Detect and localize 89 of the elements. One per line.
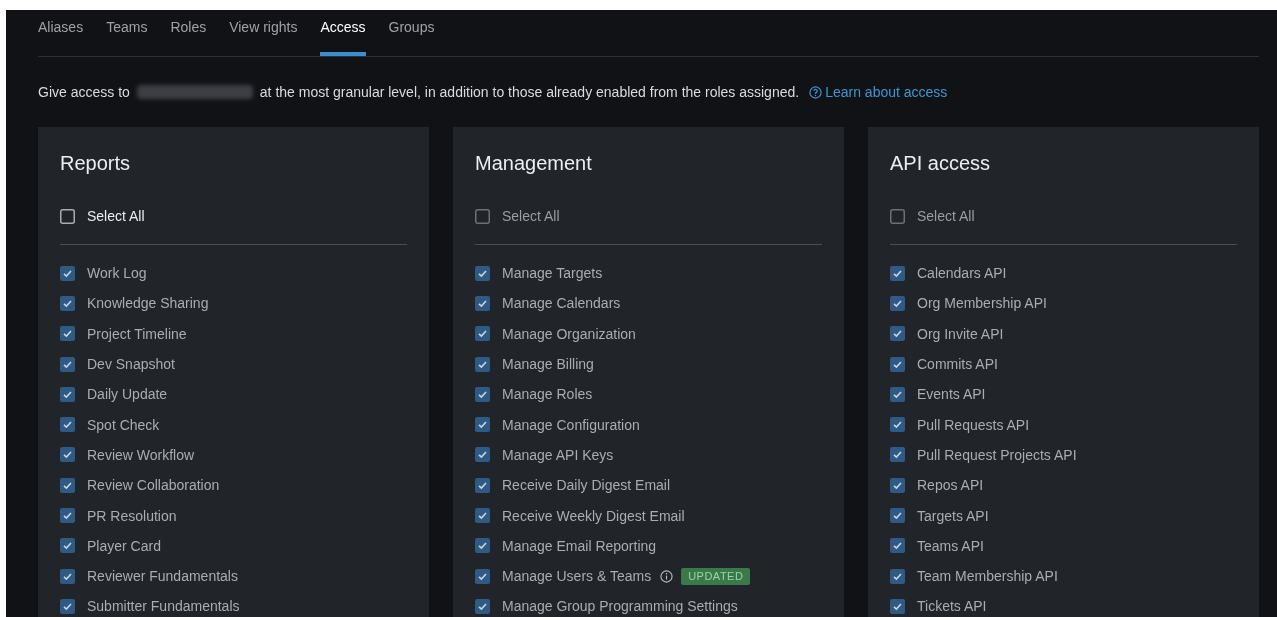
checkbox[interactable] xyxy=(890,326,905,342)
checkbox-label[interactable]: Pull Request Projects API xyxy=(917,446,1077,463)
updated-badge: UPDATED xyxy=(681,567,751,585)
checkbox[interactable] xyxy=(60,386,75,402)
checkbox[interactable] xyxy=(475,538,490,554)
info-icon[interactable] xyxy=(660,569,674,583)
checkbox[interactable] xyxy=(475,417,490,433)
checkbox[interactable] xyxy=(60,508,75,523)
checkbox[interactable] xyxy=(60,326,75,342)
checkbox[interactable] xyxy=(475,386,490,402)
learn-link[interactable]: Learn about access xyxy=(825,81,948,103)
checkbox-label[interactable]: Review Collaboration xyxy=(87,477,220,494)
intro-text: Give access to xyxy=(38,82,130,102)
checkbox[interactable] xyxy=(60,477,75,493)
intro-text: at the most granular level, in addition to those already enabled from the roles assigned. xyxy=(259,82,800,102)
checkbox[interactable] xyxy=(475,326,490,342)
checkbox[interactable] xyxy=(475,356,490,372)
tab[interactable]: Groups xyxy=(388,10,435,56)
checkbox[interactable] xyxy=(890,568,905,584)
checkbox-label[interactable]: Manage API Keys xyxy=(502,446,614,463)
checkbox-label[interactable]: Project Timeline xyxy=(87,325,187,342)
checkbox[interactable] xyxy=(475,598,490,614)
checkbox-label[interactable]: Dev Snapshot xyxy=(87,356,175,373)
checkbox[interactable] xyxy=(60,447,75,463)
checkbox-label[interactable]: Daily Update xyxy=(87,386,168,403)
checkbox[interactable] xyxy=(890,508,905,523)
checkbox-label[interactable]: Manage Users & Teams xyxy=(502,568,652,585)
checkbox-label[interactable]: Teams API xyxy=(917,537,984,554)
tab[interactable]: Aliases xyxy=(38,10,84,56)
checkbox[interactable] xyxy=(60,568,75,584)
tab[interactable]: Teams xyxy=(106,10,148,56)
checkbox[interactable] xyxy=(890,295,905,311)
checkbox-label[interactable]: Tickets API xyxy=(917,598,987,615)
checkbox-label[interactable]: Select All xyxy=(87,205,145,227)
checkbox-label[interactable]: Targets API xyxy=(917,507,989,524)
checkbox[interactable] xyxy=(890,598,905,614)
checkbox[interactable] xyxy=(890,538,905,554)
checkbox-label[interactable]: Spot Check xyxy=(87,416,160,433)
checkbox-label[interactable]: Manage Roles xyxy=(502,386,593,403)
checkbox-label[interactable]: Work Log xyxy=(87,265,147,282)
checkbox-label[interactable]: Pull Requests API xyxy=(917,416,1030,433)
checkbox-label[interactable]: Team Membership API xyxy=(917,568,1058,585)
checkbox[interactable] xyxy=(890,356,905,372)
checkbox-label[interactable]: Manage Email Reporting xyxy=(502,537,657,554)
checkbox[interactable] xyxy=(890,477,905,493)
checkbox-label[interactable]: Repos API xyxy=(917,477,984,494)
checkbox-label[interactable]: Manage Calendars xyxy=(502,295,621,312)
checkbox[interactable] xyxy=(475,477,490,493)
checkbox[interactable] xyxy=(475,265,490,281)
checkbox-label[interactable]: Org Membership API xyxy=(917,295,1047,312)
checkbox-label[interactable]: Receive Weekly Digest Email xyxy=(502,507,685,524)
checkbox[interactable] xyxy=(60,356,75,372)
tab[interactable]: Roles xyxy=(170,10,207,56)
checkbox[interactable] xyxy=(60,295,75,311)
checkbox-label[interactable]: Review Workflow xyxy=(87,446,195,463)
tab[interactable]: View rights xyxy=(229,10,298,56)
tab[interactable]: Access xyxy=(320,10,366,56)
checkbox[interactable] xyxy=(890,386,905,402)
checkbox[interactable] xyxy=(60,598,75,614)
checkbox[interactable] xyxy=(60,265,75,281)
checkbox[interactable] xyxy=(60,417,75,433)
checkbox-label[interactable]: Knowledge Sharing xyxy=(87,295,209,312)
help-icon[interactable] xyxy=(809,85,823,99)
checkbox-label[interactable]: PR Resolution xyxy=(87,507,177,524)
checkbox-label[interactable]: Manage Configuration xyxy=(502,416,640,433)
checkbox-label[interactable]: Org Invite API xyxy=(917,325,1004,342)
panel-title: Management xyxy=(475,151,593,176)
panel-title: Reports xyxy=(60,151,132,176)
checkbox-label[interactable]: Manage Billing xyxy=(502,356,594,373)
checkbox-label[interactable]: Player Card xyxy=(87,537,161,554)
checkbox[interactable] xyxy=(60,208,75,224)
checkbox[interactable] xyxy=(475,568,490,584)
checkbox-label[interactable]: Reviewer Fundamentals xyxy=(87,568,238,585)
checkbox-label[interactable]: Commits API xyxy=(917,356,998,373)
checkbox[interactable] xyxy=(890,447,905,463)
checkbox-label[interactable]: Receive Daily Digest Email xyxy=(502,477,671,494)
checkbox-label[interactable]: Manage Targets xyxy=(502,265,603,282)
checkbox-label[interactable]: Events API xyxy=(917,386,986,403)
checkbox-label[interactable]: Manage Organization xyxy=(502,325,636,342)
panel-title: API access xyxy=(890,151,992,176)
checkbox[interactable] xyxy=(475,447,490,463)
checkbox[interactable] xyxy=(890,265,905,281)
checkbox-label[interactable]: Calendars API xyxy=(917,265,1007,282)
checkbox[interactable] xyxy=(475,508,490,523)
checkbox-label[interactable]: Manage Group Programming Settings xyxy=(502,598,738,615)
checkbox[interactable] xyxy=(60,538,75,554)
checkbox[interactable] xyxy=(475,295,490,311)
checkbox-label[interactable]: Submitter Fundamentals xyxy=(87,598,240,615)
checkbox[interactable] xyxy=(890,417,905,433)
